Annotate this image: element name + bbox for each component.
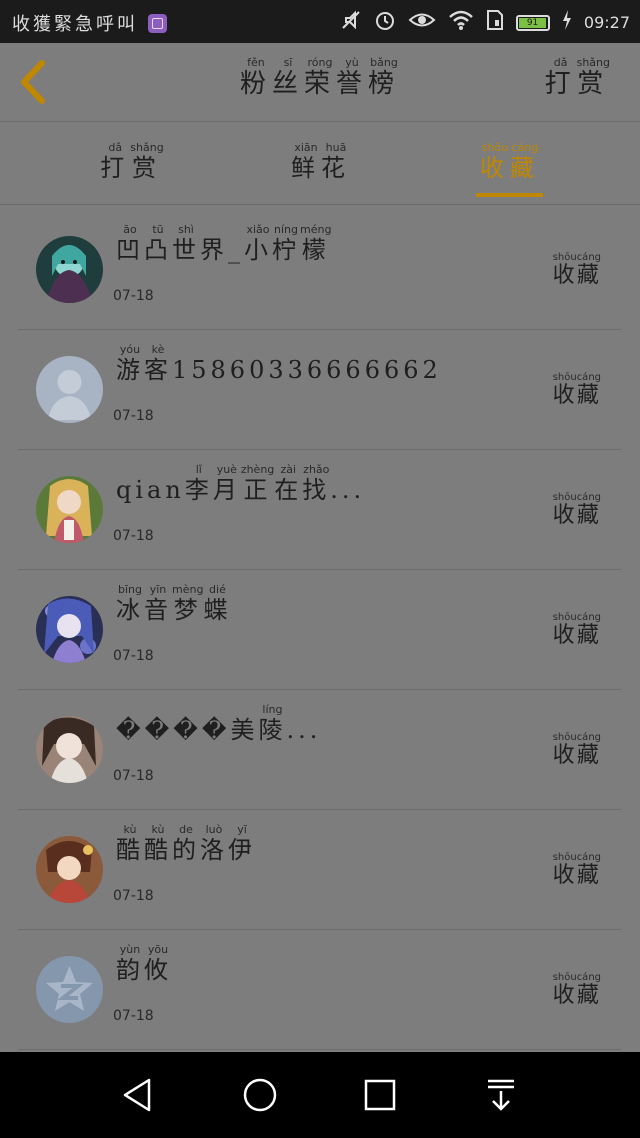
user-name: 游yóu客kè15860336666662 (116, 343, 442, 384)
tab-bar: 打dǎ赏shǎng 鲜xiān花huā 收shōu藏cáng (0, 122, 640, 205)
status-left-text: 收獲緊急呼叫 (12, 14, 138, 35)
charging-icon (562, 10, 572, 35)
clock: 09:27 (583, 13, 630, 32)
date: 07-18 (113, 528, 154, 544)
list-item[interactable]: 游yóu客kè15860336666662 07-18 收shōu藏cáng (18, 330, 621, 450)
active-tab-indicator (476, 193, 543, 197)
date: 07-18 (113, 288, 154, 304)
date: 07-18 (113, 648, 154, 664)
collect-label[interactable]: 收shōu藏cáng (553, 852, 601, 889)
user-name: 酷kù酷kù的de洛luò伊yī (116, 823, 256, 864)
list-item[interactable]: 冰bīng音yīn梦mèng蝶dié 07-18 收shōu藏cáng (18, 570, 621, 690)
avatar[interactable] (36, 476, 103, 543)
tab-collect[interactable]: 收shōu藏cáng (460, 141, 560, 183)
user-name: 冰bīng音yīn梦mèng蝶dié (116, 583, 232, 624)
title-char: 粉fěn (239, 56, 272, 99)
back-triangle-icon[interactable] (115, 1072, 161, 1118)
status-bar: 收獲緊急呼叫 91 09:27 (0, 0, 640, 43)
avatar[interactable] (36, 836, 103, 903)
tab-flowers[interactable]: 鲜xiān花huā (271, 141, 371, 183)
collect-label[interactable]: 收shōu藏cáng (553, 492, 601, 529)
eye-icon (408, 9, 436, 36)
collect-label[interactable]: 收shōu藏cáng (553, 732, 601, 769)
user-name: ����美陵líng... (116, 703, 322, 744)
avatar[interactable] (36, 236, 103, 303)
alarm-icon (374, 9, 396, 36)
collect-label[interactable]: 收shōu藏cáng (553, 252, 601, 289)
battery-level: 91 (518, 17, 547, 28)
title-char: 荣róng (303, 56, 336, 99)
gallery-icon (148, 13, 167, 33)
collect-label[interactable]: 收shōu藏cáng (553, 372, 601, 409)
user-name: 韵yùn攸yōu (116, 943, 172, 984)
collect-label[interactable]: 收shōu藏cáng (553, 972, 601, 1009)
tab-reward[interactable]: 打dǎ赏shǎng (82, 141, 182, 183)
home-circle-icon[interactable] (237, 1072, 283, 1118)
date: 07-18 (113, 888, 154, 904)
notification-pull-icon[interactable] (478, 1072, 524, 1118)
mute-icon (340, 9, 362, 36)
navigation-bar (0, 1052, 640, 1138)
title-char: 誉yù (336, 56, 369, 99)
date: 07-18 (113, 768, 154, 784)
status-left: 收獲緊急呼叫 (12, 10, 167, 36)
sim-icon (486, 9, 504, 36)
user-name: 凹āo凸tū世shì界_小xiǎo柠níng檬méng (116, 223, 332, 264)
fan-list: 凹āo凸tū世shì界_小xiǎo柠níng檬méng 07-18 收shōu藏… (18, 210, 621, 1050)
list-item[interactable]: 凹āo凸tū世shì界_小xiǎo柠níng檬méng 07-18 收shōu藏… (18, 210, 621, 330)
avatar[interactable] (36, 956, 103, 1023)
recents-square-icon[interactable] (357, 1072, 403, 1118)
list-item[interactable]: 酷kù酷kù的de洛luò伊yī 07-18 收shōu藏cáng (18, 810, 621, 930)
date: 07-18 (113, 1008, 154, 1024)
list-item[interactable]: 韵yùn攸yōu 07-18 收shōu藏cáng (18, 930, 621, 1050)
header: 粉fěn丝sī荣róng誉yù榜bǎng 打dǎ赏shǎng (0, 43, 640, 122)
collect-label[interactable]: 收shōu藏cáng (553, 612, 601, 649)
avatar[interactable] (36, 716, 103, 783)
wifi-icon (448, 9, 474, 36)
user-name: qian李lǐ月yuè正zhèng在zài找zhǎo... (116, 463, 366, 504)
avatar[interactable] (36, 356, 103, 423)
list-item[interactable]: ����美陵líng... 07-18 收shōu藏cáng (18, 690, 621, 810)
battery-icon: 91 (515, 14, 550, 31)
avatar[interactable] (36, 596, 103, 663)
title-char: 丝sī (271, 56, 304, 99)
status-right: 91 09:27 (340, 9, 630, 36)
title-char: 榜bǎng (368, 56, 401, 99)
list-item[interactable]: qian李lǐ月yuè正zhèng在zài找zhǎo... 07-18 收shō… (18, 450, 621, 570)
date: 07-18 (113, 408, 154, 424)
reward-link[interactable]: 打dǎ赏shǎng (545, 56, 610, 100)
